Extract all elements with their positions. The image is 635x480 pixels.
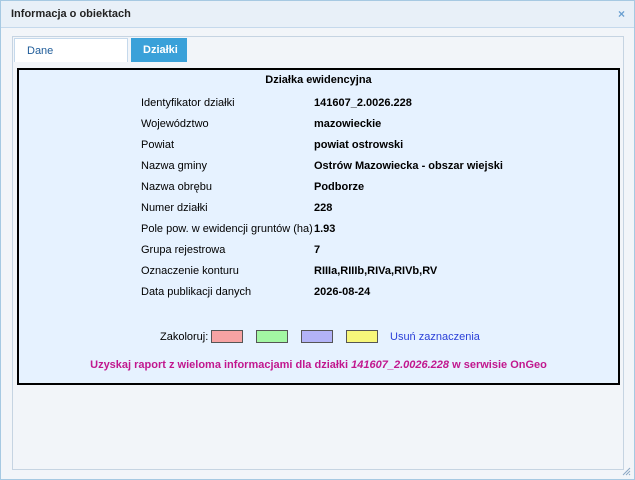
window-content: Dane podstawowe Działki Działka ewidency…	[12, 36, 624, 470]
report-prefix: Uzyskaj raport z wieloma informacjami dl…	[90, 359, 352, 371]
row-value: mazowieckie	[314, 118, 382, 130]
row-value: RIIIa,RIIIb,RIVa,RIVb,RV	[314, 265, 438, 277]
row-label: Oznaczenie konturu	[141, 265, 239, 277]
row-label: Powiat	[141, 139, 175, 151]
row-label: Pole pow. w ewidencji gruntów (ha)	[141, 223, 313, 235]
row-label: Nazwa gminy	[141, 160, 208, 172]
colorize-label: Zakoloruj:	[160, 331, 209, 343]
row-label: Nazwa obrębu	[141, 181, 212, 193]
row-label: Identyfikator działki	[141, 97, 235, 109]
colorize-bar: Zakoloruj: Usuń zaznaczenia	[19, 330, 618, 346]
row-value: 1.93	[314, 223, 336, 235]
parcel-panel: Działka ewidencyjna Identyfikator działk…	[17, 68, 620, 385]
tab-basic-data[interactable]: Dane podstawowe	[14, 38, 128, 81]
report-suffix: w serwisie OnGeo	[449, 359, 547, 371]
row-value: 141607_2.0026.228	[314, 97, 412, 109]
row-value: 228	[314, 202, 333, 214]
report-parcel-id: 141607_2.0026.228	[351, 359, 450, 371]
panel-title: Działka ewidencyjna	[265, 74, 372, 86]
tab-bar: Dane podstawowe Działki	[14, 38, 622, 81]
row-value: 2026-08-24	[314, 286, 371, 298]
swatch-red[interactable]	[211, 330, 243, 343]
resize-grip-icon[interactable]	[621, 466, 631, 476]
swatch-yellow[interactable]	[346, 330, 378, 343]
row-value: Ostrów Mazowiecka - obszar wiejski	[314, 160, 503, 172]
row-value: Podborze	[314, 181, 365, 193]
swatch-green[interactable]	[256, 330, 288, 343]
object-info-window: Informacja o obiektach × Dane podstawowe…	[0, 0, 635, 480]
row-label: Numer działki	[141, 202, 208, 214]
window-title: Informacja o obiektach	[11, 8, 131, 20]
row-label: Województwo	[141, 118, 209, 130]
row-label: Data publikacji danych	[141, 286, 252, 298]
row-value: 7	[314, 244, 321, 256]
tab-parcels[interactable]: Działki	[131, 38, 187, 62]
row-value: powiat ostrowski	[314, 139, 404, 151]
row-label: Grupa rejestrowa	[141, 244, 226, 256]
swatch-blue[interactable]	[301, 330, 333, 343]
close-icon[interactable]: ×	[618, 7, 625, 21]
clear-selection-link[interactable]: Usuń zaznaczenia	[390, 331, 480, 343]
report-link[interactable]: Uzyskaj raport z wieloma informacjami dl…	[19, 359, 618, 371]
window-titlebar[interactable]: Informacja o obiektach ×	[1, 1, 634, 28]
